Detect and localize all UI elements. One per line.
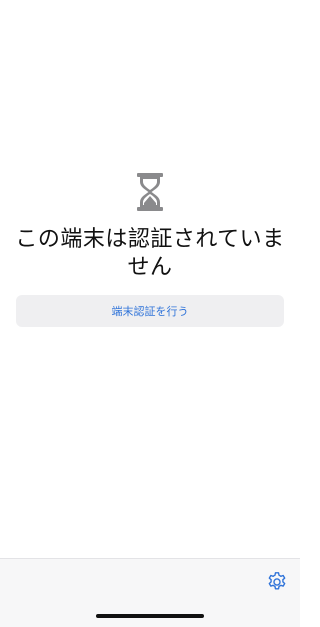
authenticate-device-button[interactable]: 端末認証を行う <box>16 295 284 327</box>
bottom-toolbar <box>0 558 300 627</box>
unauthenticated-screen: この端末は認証されていません 端末認証を行う <box>0 0 300 627</box>
home-indicator <box>96 614 204 618</box>
hourglass-icon <box>137 173 163 211</box>
not-authenticated-message: この端末は認証されていません <box>15 227 285 280</box>
gear-icon[interactable] <box>266 571 288 593</box>
